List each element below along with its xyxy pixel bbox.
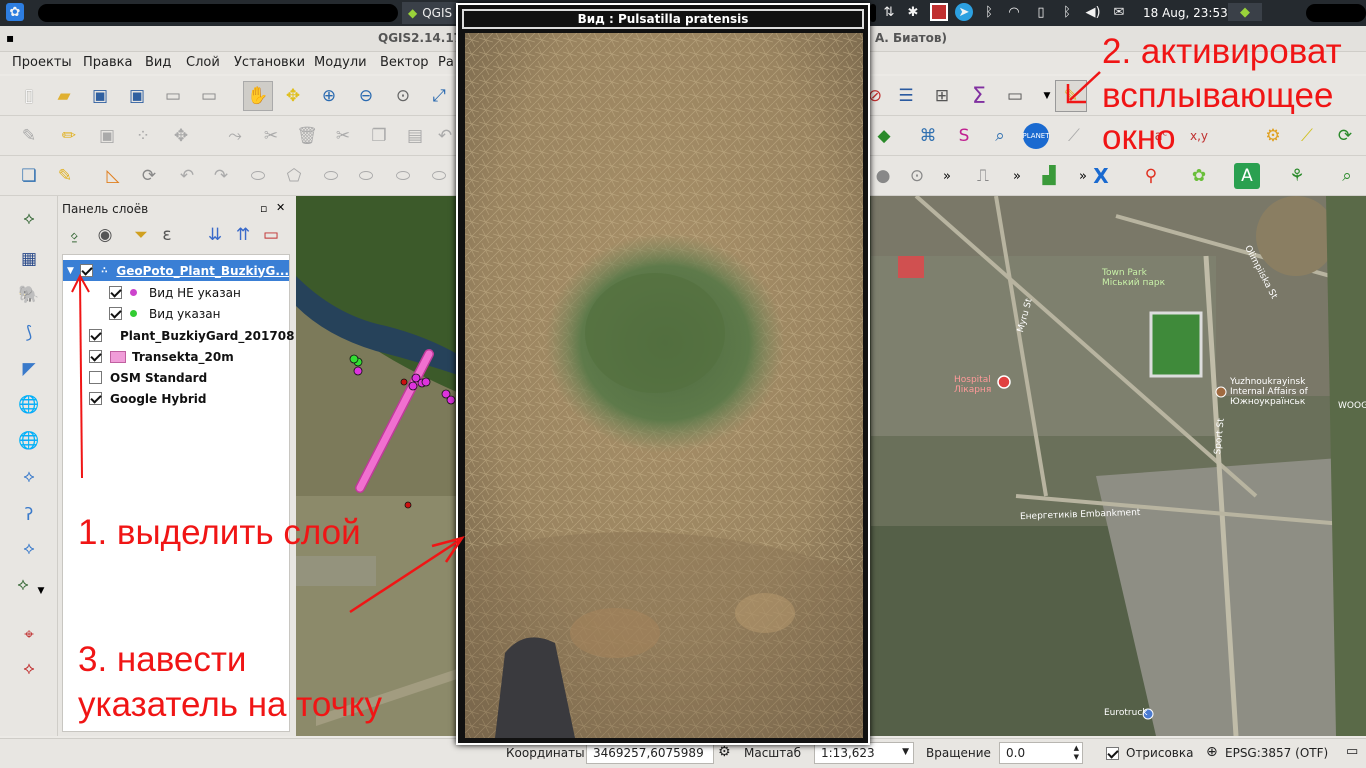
annotation-step2-line3: окно	[1102, 118, 1176, 157]
annotation-step1: 1. выделить слой	[78, 513, 361, 552]
annotation-step2-line1: 2. активироват	[1102, 32, 1342, 71]
annotation-step3-line2: указатель на точку	[78, 685, 383, 724]
annotation-step3-line1: 3. навести	[78, 640, 247, 679]
annotation-step2-line2: всплывающее	[1102, 76, 1334, 115]
screen: ✿ ◆ QGIS ⇅ ✱ ➤ ᛒ ◠ ▯ ᛒ ◀) ✉ 18 Aug, 23:5…	[0, 0, 1366, 768]
